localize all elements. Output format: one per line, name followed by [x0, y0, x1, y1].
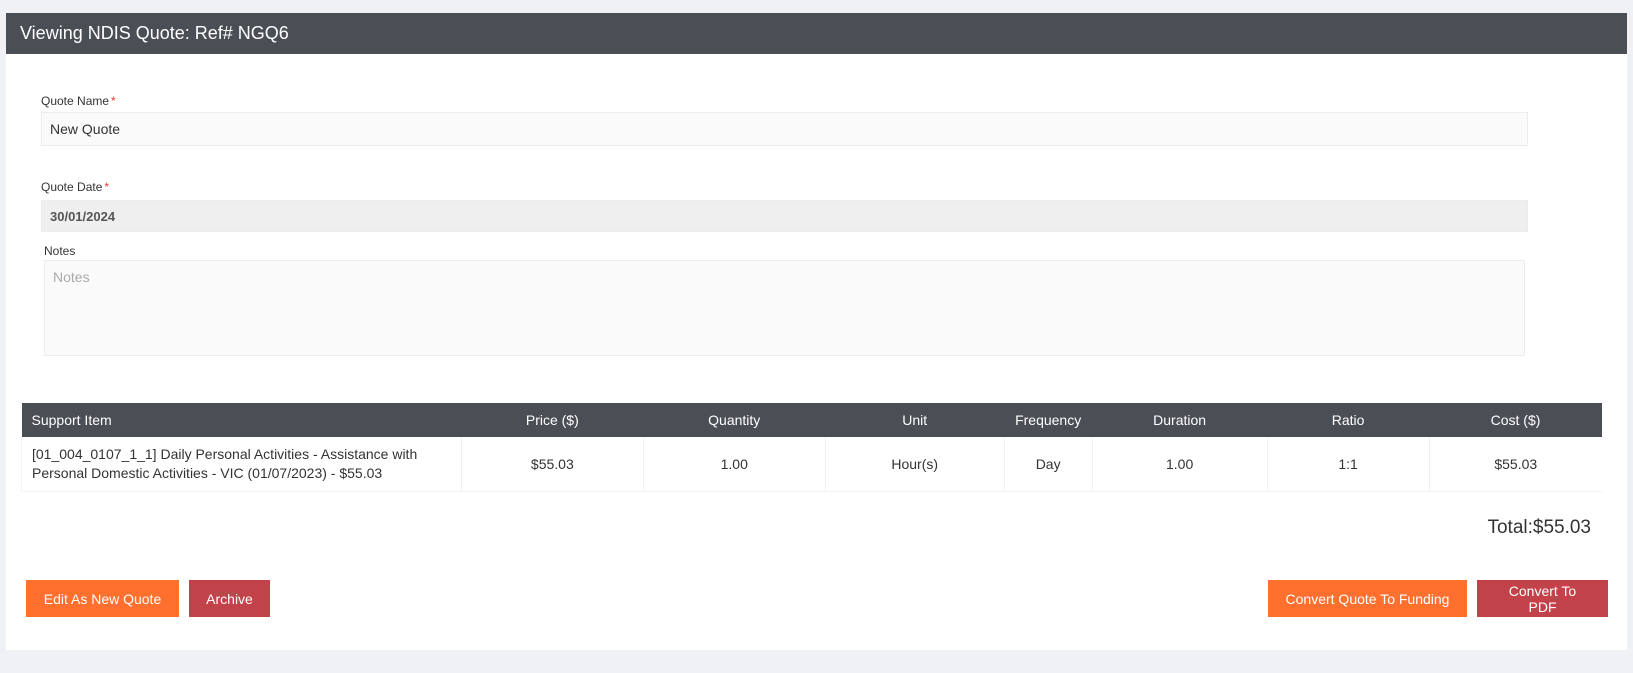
col-cost: Cost ($) — [1429, 403, 1602, 437]
table-header-row: Support Item Price ($) Quantity Unit Fre… — [21, 403, 1602, 437]
quote-name-input[interactable]: New Quote — [41, 112, 1528, 146]
required-mark: * — [104, 180, 110, 194]
cell-quantity: 1.00 — [643, 437, 826, 492]
quote-date-label-text: Quote Date — [41, 180, 103, 194]
col-support-item: Support Item — [21, 403, 462, 437]
col-price: Price ($) — [461, 403, 644, 437]
cell-frequency: Day — [1004, 437, 1093, 492]
support-items-table: Support Item Price ($) Quantity Unit Fre… — [21, 403, 1602, 492]
archive-button[interactable]: Archive — [189, 580, 270, 617]
convert-to-pdf-button[interactable]: Convert To PDF — [1477, 580, 1608, 617]
col-quantity: Quantity — [643, 403, 826, 437]
quote-date-input[interactable]: 30/01/2024 — [41, 200, 1528, 232]
col-frequency: Frequency — [1004, 403, 1093, 437]
notes-label: Notes — [44, 244, 75, 258]
quote-date-label: Quote Date * — [41, 180, 109, 194]
col-unit: Unit — [825, 403, 1005, 437]
cell-duration: 1.00 — [1092, 437, 1268, 492]
cell-support-item: [01_004_0107_1_1] Daily Personal Activit… — [21, 437, 462, 492]
quote-date-value: 30/01/2024 — [50, 208, 116, 224]
required-mark: * — [111, 94, 116, 108]
notes-placeholder: Notes — [53, 269, 90, 285]
cell-price: $55.03 — [461, 437, 644, 492]
convert-quote-to-funding-button[interactable]: Convert Quote To Funding — [1268, 580, 1467, 617]
cell-cost: $55.03 — [1429, 437, 1602, 492]
table-row: [01_004_0107_1_1] Daily Personal Activit… — [21, 437, 1602, 492]
col-ratio: Ratio — [1267, 403, 1430, 437]
quote-name-value: New Quote — [50, 121, 121, 137]
edit-as-new-quote-button[interactable]: Edit As New Quote — [26, 580, 179, 617]
quote-name-label: Quote Name * — [41, 94, 116, 108]
col-duration: Duration — [1092, 403, 1268, 437]
cell-ratio: 1:1 — [1267, 437, 1430, 492]
page-title: Viewing NDIS Quote: Ref# NGQ6 — [6, 13, 1627, 54]
cell-unit: Hour(s) — [825, 437, 1005, 492]
notes-label-text: Notes — [44, 244, 76, 258]
notes-textarea[interactable]: Notes — [44, 260, 1525, 356]
quote-name-label-text: Quote Name — [41, 94, 110, 108]
quote-total: Total:$55.03 — [1487, 517, 1591, 538]
quote-panel: Viewing NDIS Quote: Ref# NGQ6 Quote Name… — [6, 13, 1627, 650]
